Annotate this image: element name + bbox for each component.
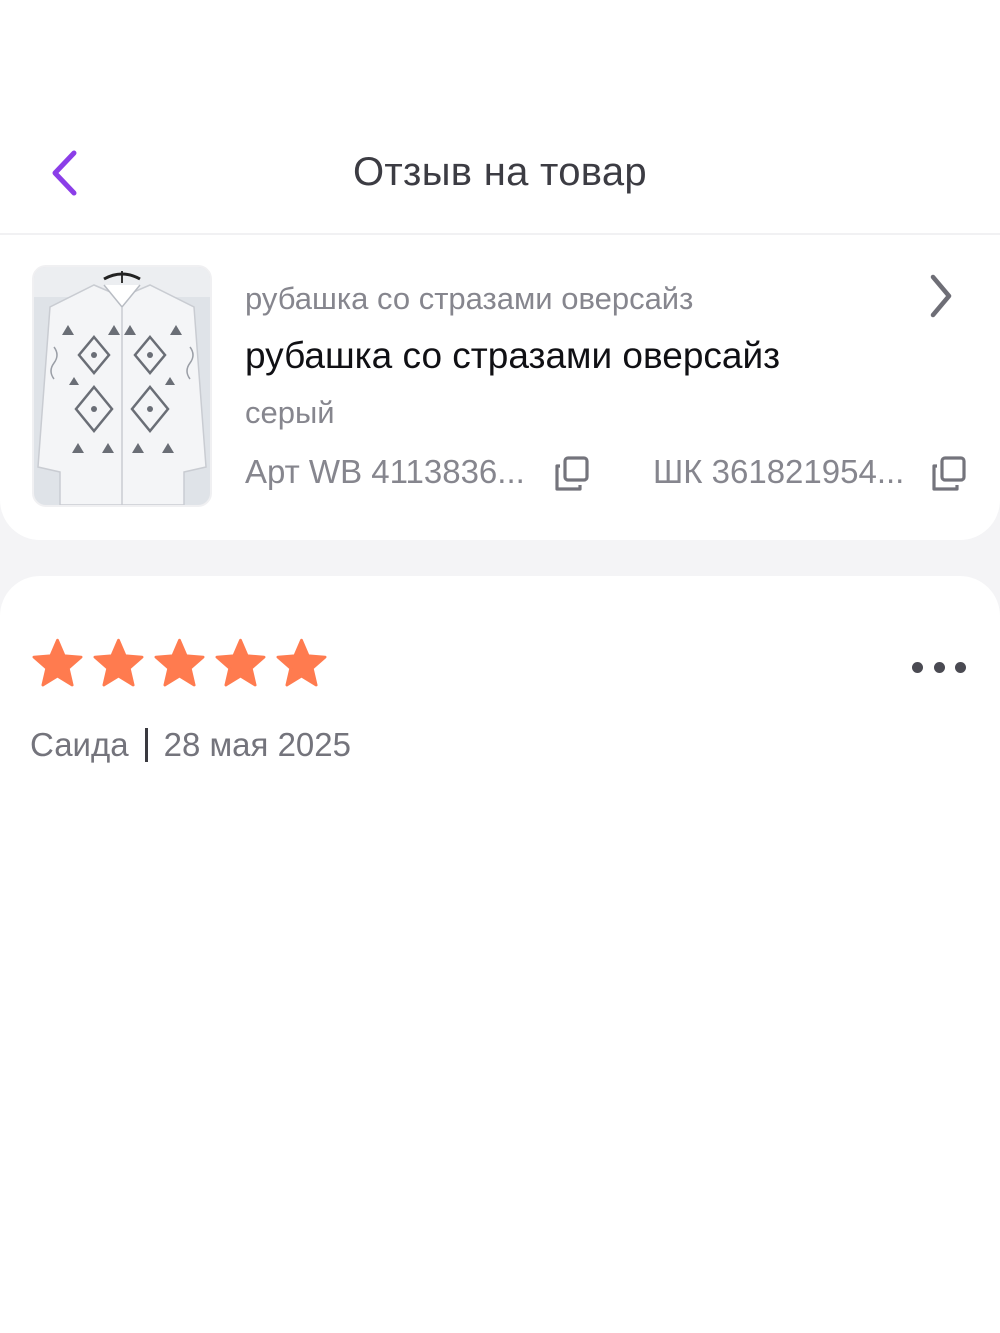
- star-icon: [276, 638, 327, 687]
- product-color: серый: [245, 395, 335, 430]
- copy-icon: [555, 456, 589, 491]
- barcode-number: ШК 361821954...: [653, 453, 905, 490]
- review-author: Саида: [30, 726, 129, 763]
- product-image[interactable]: [32, 265, 212, 507]
- more-options-button[interactable]: [912, 652, 966, 682]
- chevron-right-icon: [930, 274, 952, 318]
- more-dots-icon: [933, 661, 945, 673]
- review-date: 28 мая 2025: [163, 726, 351, 763]
- review-card: Саида 28 мая 2025: [0, 576, 1000, 1333]
- product-subtitle: рубашка со стразами оверсайз: [245, 281, 694, 316]
- rating-stars: [30, 636, 329, 691]
- copy-icon: [932, 456, 966, 491]
- open-product-button[interactable]: [918, 271, 962, 321]
- app-header: Отзыв на товар: [0, 0, 1000, 233]
- review-meta: Саида 28 мая 2025: [30, 726, 351, 764]
- star-icon: [93, 638, 144, 687]
- product-card[interactable]: рубашка со стразами оверсайз рубашка со …: [0, 235, 1000, 540]
- more-dots-icon: [955, 661, 966, 673]
- article-number: Арт WB 4113836...: [245, 453, 525, 490]
- star-icon: [32, 638, 83, 687]
- page-title: Отзыв на товар: [353, 150, 647, 194]
- product-name[interactable]: рубашка со стразами оверсайз: [245, 335, 780, 377]
- copy-article-button[interactable]: [553, 455, 591, 493]
- more-dots-icon: [912, 661, 923, 673]
- shirt-photo: [34, 267, 210, 505]
- star-icon: [215, 638, 266, 687]
- copy-barcode-button[interactable]: [930, 455, 968, 493]
- star-icon: [154, 638, 205, 687]
- meta-separator: [144, 728, 148, 762]
